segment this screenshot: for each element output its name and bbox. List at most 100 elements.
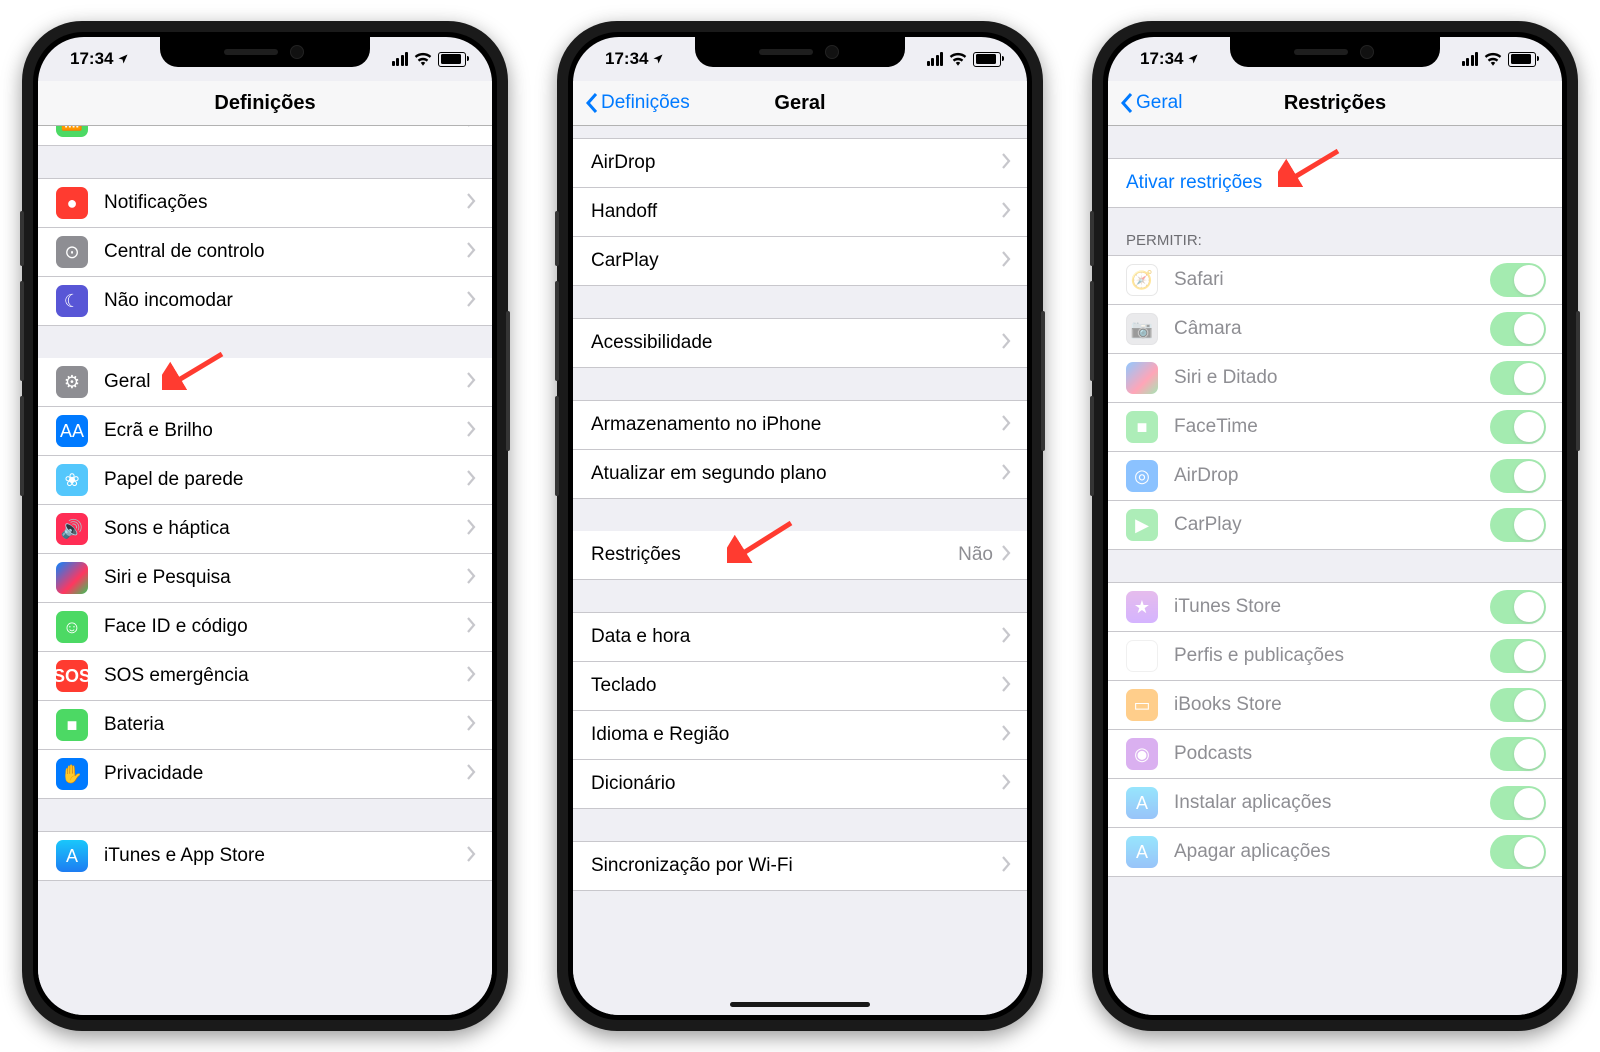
toggle-row: 📷Câmara (1108, 305, 1562, 354)
row-icon: ☾ (56, 285, 88, 317)
toggle-switch[interactable] (1490, 263, 1546, 297)
toggle-switch[interactable] (1490, 688, 1546, 722)
settings-list[interactable]: 📶 Rede móvel vodafone P ●Notificações⊙Ce… (38, 126, 492, 1015)
settings-row[interactable]: Teclado (573, 662, 1027, 711)
row-label: Armazenamento no iPhone (591, 414, 1001, 436)
settings-row[interactable]: Siri e Pesquisa (38, 554, 492, 603)
settings-row[interactable]: RestriçõesNão (573, 531, 1027, 580)
row-label: AirDrop (591, 152, 1001, 174)
toggle-row: ▭iBooks Store (1108, 681, 1562, 730)
settings-row[interactable]: ●Notificações (38, 178, 492, 228)
chevron-right-icon (1001, 202, 1011, 223)
toggle-switch[interactable] (1490, 459, 1546, 493)
settings-row[interactable]: ⚙Geral (38, 358, 492, 407)
settings-row[interactable]: AA Ecrã e Brilho (38, 407, 492, 456)
row-icon: SOS (56, 660, 88, 692)
settings-row[interactable]: 🔊Sons e háptica (38, 505, 492, 554)
settings-row[interactable]: Handoff (573, 188, 1027, 237)
toggle-switch[interactable] (1490, 508, 1546, 542)
row-icon: ◎ (1126, 460, 1158, 492)
toggle-switch[interactable] (1490, 590, 1546, 624)
settings-row[interactable]: Armazenamento no iPhone (573, 400, 1027, 450)
toggle-switch[interactable] (1490, 410, 1546, 444)
chevron-right-icon (1001, 153, 1011, 174)
chevron-right-icon (1001, 415, 1011, 436)
settings-row[interactable]: ❀Papel de parede (38, 456, 492, 505)
settings-row[interactable]: AiTunes e App Store (38, 831, 492, 881)
settings-row[interactable]: Acessibilidade (573, 318, 1027, 368)
row-label: Data e hora (591, 626, 1001, 648)
settings-row[interactable]: Data e hora (573, 612, 1027, 662)
row-label: Sons e háptica (104, 518, 466, 540)
cellular-icon: 📶 (56, 126, 88, 137)
row-icon: 🧭 (1126, 264, 1158, 296)
settings-row[interactable]: Dicionário (573, 760, 1027, 809)
chevron-right-icon (1001, 545, 1011, 566)
row-label: Ecrã e Brilho (104, 420, 466, 442)
toggle-switch[interactable] (1490, 835, 1546, 869)
battery-icon (1508, 52, 1536, 67)
row-icon (1126, 362, 1158, 394)
toggle-switch[interactable] (1490, 639, 1546, 673)
row-label: Restrições (591, 544, 958, 566)
chevron-right-icon (1001, 774, 1011, 795)
settings-row[interactable]: Idioma e Região (573, 711, 1027, 760)
toggle-switch[interactable] (1490, 361, 1546, 395)
row-icon: A (56, 840, 88, 872)
signal-icon (1462, 52, 1479, 66)
row-icon: ⊙ (56, 236, 88, 268)
row-label: Sincronização por Wi-Fi (591, 855, 1001, 877)
row-label: Apagar aplicações (1174, 841, 1490, 863)
chevron-right-icon (466, 470, 476, 491)
enable-restrictions-button[interactable]: Ativar restrições (1108, 158, 1562, 208)
chevron-right-icon (466, 242, 476, 263)
settings-row[interactable]: ■Bateria (38, 701, 492, 750)
chevron-left-icon (585, 92, 599, 114)
home-indicator[interactable] (730, 1002, 870, 1007)
row-label: Instalar aplicações (1174, 792, 1490, 814)
toggle-switch[interactable] (1490, 737, 1546, 771)
settings-row[interactable]: ☺Face ID e código (38, 603, 492, 652)
settings-row[interactable]: Atualizar em segundo plano (573, 450, 1027, 499)
row-label: Acessibilidade (591, 332, 1001, 354)
battery-icon (973, 52, 1001, 67)
row-icon: A (1126, 836, 1158, 868)
settings-row[interactable]: CarPlay (573, 237, 1027, 286)
settings-row[interactable]: SOS SOS emergência (38, 652, 492, 701)
settings-row[interactable]: ☾ Não incomodar (38, 277, 492, 326)
toggle-row: ★iTunes Store (1108, 582, 1562, 632)
nav-bar: Definições Geral (573, 81, 1027, 126)
restrictions-list[interactable]: Ativar restrições PERMITIR: 🧭Safari📷Câma… (1108, 126, 1562, 1015)
row-label: Não incomodar (104, 290, 466, 312)
general-list[interactable]: AirDrop Handoff CarPlay Acessibilidade Arm… (573, 126, 1027, 1015)
row-label: Perfis e publicações (1174, 645, 1490, 667)
settings-row[interactable]: AirDrop (573, 138, 1027, 188)
chevron-right-icon (466, 846, 476, 867)
row-icon: AA (56, 415, 88, 447)
toggle-switch[interactable] (1490, 312, 1546, 346)
chevron-right-icon (1001, 676, 1011, 697)
signal-icon (392, 52, 409, 66)
chevron-right-icon (466, 291, 476, 312)
toggle-switch[interactable] (1490, 786, 1546, 820)
row-label: CarPlay (591, 250, 1001, 272)
back-button[interactable]: Geral (1120, 92, 1182, 114)
nav-bar: Definições (38, 81, 492, 126)
row-icon: ● (56, 187, 88, 219)
row-icon: ✋ (56, 758, 88, 790)
settings-row[interactable]: Sincronização por Wi-Fi (573, 841, 1027, 891)
chevron-right-icon (1001, 464, 1011, 485)
nav-title: Definições (38, 92, 492, 115)
row-label: Siri e Pesquisa (104, 567, 466, 589)
row-label: SOS emergência (104, 665, 466, 687)
back-button[interactable]: Definições (585, 92, 690, 114)
settings-row[interactable]: ⊙Central de controlo (38, 228, 492, 277)
settings-group: ⚙Geral AA Ecrã e Brilho ❀Papel de parede🔊So… (38, 358, 492, 799)
toggle-row: ■FaceTime (1108, 403, 1562, 452)
settings-row[interactable]: ✋Privacidade (38, 750, 492, 799)
status-time: 17:34 (70, 49, 113, 69)
chevron-right-icon (466, 715, 476, 736)
location-icon (1187, 53, 1199, 65)
signal-icon (927, 52, 944, 66)
row-label: iBooks Store (1174, 694, 1490, 716)
